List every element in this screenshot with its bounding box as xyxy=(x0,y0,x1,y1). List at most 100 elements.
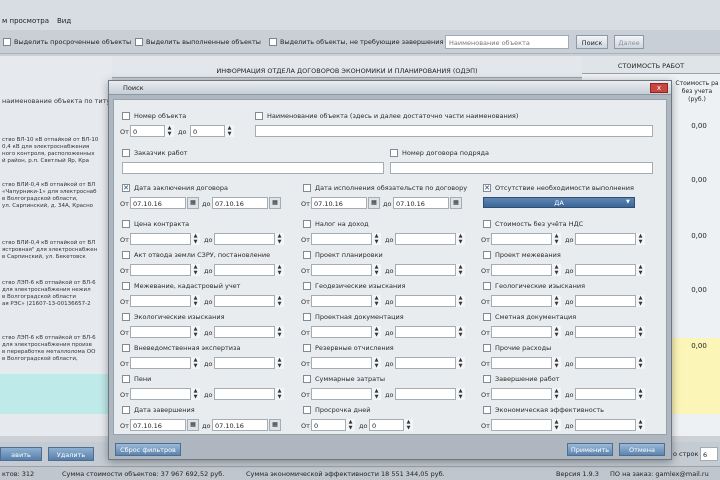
spinner-icon[interactable]: ▲ ▼ xyxy=(190,388,200,400)
spinner-icon[interactable]: ▲ ▼ xyxy=(455,326,465,338)
next-button[interactable]: Далее xyxy=(614,35,644,49)
calendar-icon[interactable]: ▦ xyxy=(269,419,281,431)
spinner-icon[interactable]: ▲ ▼ xyxy=(190,295,200,307)
list-item[interactable]: для электроснабжения нежил xyxy=(2,287,112,294)
ecological-survey-checkbox[interactable] xyxy=(122,313,130,321)
spinner-icon[interactable]: ▲ ▼ xyxy=(551,419,561,431)
spinner-icon[interactable]: ▲ ▼ xyxy=(551,264,561,276)
spinner-icon[interactable]: ▲ ▼ xyxy=(455,388,465,400)
total-costs-checkbox[interactable] xyxy=(303,375,311,383)
completion-date-to-input[interactable]: 07.10.16 xyxy=(212,419,268,431)
completion-date-checkbox[interactable] xyxy=(122,406,130,414)
calendar-icon[interactable]: ▦ xyxy=(187,197,199,209)
spinner-icon[interactable]: ▲ ▼ xyxy=(190,233,200,245)
spinner-icon[interactable]: ▲ ▼ xyxy=(371,326,381,338)
overdue-checkbox[interactable] xyxy=(3,38,11,46)
date-sign-from-input[interactable]: 07.10.16 xyxy=(130,197,186,209)
planning-project-checkbox[interactable] xyxy=(303,251,311,259)
project-docs-checkbox[interactable] xyxy=(303,313,311,321)
spinner-icon[interactable]: ▲ ▼ xyxy=(635,419,645,431)
calendar-icon[interactable]: ▦ xyxy=(187,419,199,431)
spinner-icon[interactable]: ▲ ▼ xyxy=(455,295,465,307)
spinner-icon[interactable]: ▲ ▼ xyxy=(190,264,200,276)
geodetic-survey-checkbox[interactable] xyxy=(303,282,311,290)
date-exec-from-input[interactable]: 07.10.16 xyxy=(311,197,367,209)
spinner-icon[interactable]: ▲ ▼ xyxy=(455,357,465,369)
spinner-icon[interactable]: ▲ ▼ xyxy=(371,388,381,400)
spinner-icon[interactable]: ▲ ▼ xyxy=(551,388,561,400)
contract-number-input[interactable] xyxy=(390,162,653,174)
customer-input[interactable] xyxy=(122,162,384,174)
contract-price-checkbox[interactable] xyxy=(122,220,130,228)
spinner-icon[interactable]: ▲ ▼ xyxy=(274,295,284,307)
list-item[interactable]: ного контроля, расположенных xyxy=(2,151,112,158)
search-input[interactable]: Наименование объекта xyxy=(445,35,569,49)
spinner-icon[interactable]: ▲ ▼ xyxy=(274,357,284,369)
object-name-input[interactable] xyxy=(255,125,653,137)
survey-project-checkbox[interactable] xyxy=(483,251,491,259)
add-button[interactable]: авить xyxy=(0,447,42,461)
object-name-checkbox[interactable] xyxy=(255,112,263,120)
spinner-icon[interactable]: ▲ ▼ xyxy=(455,264,465,276)
no-completion-select[interactable]: ДА xyxy=(483,197,635,208)
chevron-down-icon[interactable]: ▼ xyxy=(626,199,630,205)
economic-efficiency-checkbox[interactable] xyxy=(483,406,491,414)
list-item[interactable]: ястровная" для электроснабжен xyxy=(2,247,112,254)
list-item[interactable]: ство ВЛ-10 кВ отпайкой от ВЛ-10 xyxy=(2,137,112,144)
spinner-icon[interactable]: ▲ ▼ xyxy=(551,295,561,307)
list-item[interactable]: ул. Сарпинский, д. 34А, Красно xyxy=(2,203,112,210)
land-act-checkbox[interactable] xyxy=(122,251,130,259)
completion-date-from-input[interactable]: 07.10.16 xyxy=(130,419,186,431)
menu-item-view-mode[interactable]: м просмотра xyxy=(2,17,49,25)
reset-filters-button[interactable]: Сброс фильтров xyxy=(115,443,181,456)
no-completion-filter-checkbox[interactable]: ✕ xyxy=(483,184,491,192)
date-sign-checkbox[interactable]: ✕ xyxy=(122,184,130,192)
geological-survey-checkbox[interactable] xyxy=(483,282,491,290)
spinner-icon[interactable]: ▲ ▼ xyxy=(224,125,234,137)
menu-item-view[interactable]: Вид xyxy=(57,17,71,25)
list-item[interactable]: ство ЛЭП-6 кВ отпайкой от ВЛ-6 xyxy=(2,335,112,342)
spinner-icon[interactable]: ▲ ▼ xyxy=(635,326,645,338)
list-item[interactable]: в переработке металлолома ОО xyxy=(2,349,112,356)
customer-checkbox[interactable] xyxy=(122,149,130,157)
cost-without-vat-checkbox[interactable] xyxy=(483,220,491,228)
spinner-icon[interactable]: ▲ ▼ xyxy=(551,357,561,369)
other-expenses-checkbox[interactable] xyxy=(483,344,491,352)
list-item[interactable]: в Волгоградской области, xyxy=(2,196,112,203)
overdue-days-checkbox[interactable] xyxy=(303,406,311,414)
list-item[interactable]: в Волгоградской области, xyxy=(2,356,112,363)
cancel-button[interactable]: Отмена xyxy=(619,443,665,456)
date-exec-to-input[interactable]: 07.10.16 xyxy=(393,197,449,209)
spinner-icon[interactable]: ▲ ▼ xyxy=(635,357,645,369)
spinner-icon[interactable]: ▲ ▼ xyxy=(274,233,284,245)
date-sign-to-input[interactable]: 07.10.16 xyxy=(212,197,268,209)
delete-button[interactable]: Удалить xyxy=(48,447,94,461)
object-number-checkbox[interactable] xyxy=(122,112,130,120)
contract-number-checkbox[interactable] xyxy=(390,149,398,157)
work-completion-checkbox[interactable] xyxy=(483,375,491,383)
completed-checkbox[interactable] xyxy=(135,38,143,46)
list-item[interactable]: «Чапурники-1» для электроснаб xyxy=(2,189,112,196)
spinner-icon[interactable]: ▲ ▼ xyxy=(371,233,381,245)
spinner-icon[interactable]: ▲ ▼ xyxy=(274,264,284,276)
spinner-icon[interactable]: ▲ ▼ xyxy=(635,264,645,276)
list-item[interactable]: ство ВЛИ-0,4 кВ отпайкой от ВЛ xyxy=(2,182,112,189)
spinner-icon[interactable]: ▲ ▼ xyxy=(635,388,645,400)
list-item[interactable]: 0,4 кВ для электроснабжения xyxy=(2,144,112,151)
land-survey-checkbox[interactable] xyxy=(122,282,130,290)
reserve-checkbox[interactable] xyxy=(303,344,311,352)
spinner-icon[interactable]: ▲ ▼ xyxy=(345,419,355,431)
calendar-icon[interactable]: ▦ xyxy=(450,197,462,209)
spinner-icon[interactable]: ▲ ▼ xyxy=(190,326,200,338)
spinner-icon[interactable]: ▲ ▼ xyxy=(164,125,174,137)
estimate-docs-checkbox[interactable] xyxy=(483,313,491,321)
penalties-checkbox[interactable] xyxy=(122,375,130,383)
income-tax-checkbox[interactable] xyxy=(303,220,311,228)
list-item[interactable]: в Сарпинский, ул. Бекетовск xyxy=(2,254,112,261)
search-button[interactable]: Поиск xyxy=(576,35,608,49)
spinner-icon[interactable]: ▲ ▼ xyxy=(635,233,645,245)
date-exec-checkbox[interactable] xyxy=(303,184,311,192)
spinner-icon[interactable]: ▲ ▼ xyxy=(551,326,561,338)
list-item[interactable]: ство ЛЭП-6 кВ отпайкой от ВЛ-6 xyxy=(2,280,112,287)
list-item[interactable]: ство ВЛИ-0,4 кВ отпайкой от ВЛ xyxy=(2,240,112,247)
